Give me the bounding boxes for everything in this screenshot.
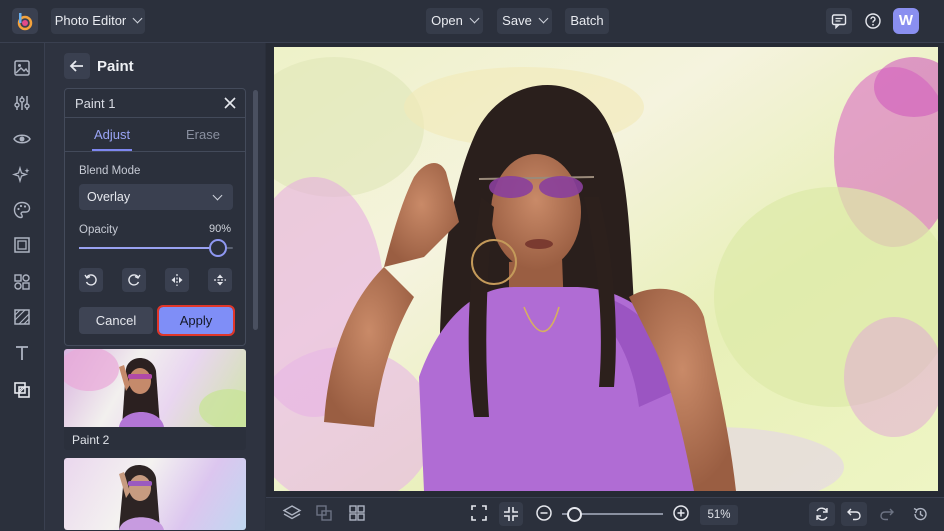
opacity-slider-fill <box>79 247 218 249</box>
zoom-value[interactable]: 51% <box>700 505 738 525</box>
preset-thumbnail <box>64 458 246 530</box>
app-logo[interactable] <box>12 8 38 34</box>
texture-icon[interactable] <box>12 307 32 327</box>
opacity-slider[interactable] <box>79 239 233 257</box>
save-label: Save <box>502 13 532 28</box>
divider <box>65 117 245 118</box>
reset-button[interactable] <box>809 502 835 526</box>
undo-button[interactable] <box>841 502 867 526</box>
refresh-icon <box>816 507 828 521</box>
flip-horizontal-button[interactable] <box>165 268 189 292</box>
preset-thumbnail <box>64 349 246 429</box>
rotate-left-button[interactable] <box>79 268 103 292</box>
fit-screen-icon[interactable] <box>468 502 490 524</box>
open-button[interactable]: Open <box>426 8 483 34</box>
image-icon[interactable] <box>12 58 32 78</box>
grid-icon[interactable] <box>346 502 368 524</box>
divider <box>65 151 245 152</box>
preset-paint-3[interactable] <box>64 458 246 530</box>
opacity-slider-handle[interactable] <box>208 239 227 257</box>
panel-scrollbar[interactable] <box>253 90 258 330</box>
close-icon[interactable] <box>222 95 238 111</box>
photo-editor-label: Photo Editor <box>54 13 127 28</box>
sparkle-icon[interactable] <box>12 165 32 185</box>
chevron-down-icon <box>469 13 480 24</box>
compare-icon[interactable] <box>313 502 335 524</box>
history-button[interactable] <box>907 502 933 526</box>
blend-mode-select[interactable]: Overlay <box>79 184 233 210</box>
rotate-right-button[interactable] <box>122 268 146 292</box>
open-label: Open <box>431 13 463 28</box>
shapes-icon[interactable] <box>12 272 32 292</box>
preset-paint-2[interactable]: Paint 2 <box>64 349 246 450</box>
undo-icon <box>847 508 861 521</box>
batch-button[interactable]: Batch <box>565 8 609 34</box>
redo-button[interactable] <box>874 502 900 526</box>
cancel-button[interactable]: Cancel <box>79 307 153 334</box>
text-icon[interactable] <box>12 343 32 363</box>
apply-button[interactable]: Apply <box>157 305 235 336</box>
save-button[interactable]: Save <box>497 8 552 34</box>
back-button[interactable] <box>64 53 90 79</box>
chevron-down-icon <box>212 190 223 201</box>
photo-canvas[interactable] <box>274 47 938 491</box>
arrow-left-icon <box>69 60 83 72</box>
rotate-right-icon <box>128 274 141 286</box>
zoom-in-icon[interactable] <box>670 502 692 524</box>
flip-vertical-button[interactable] <box>208 268 232 292</box>
palette-icon[interactable] <box>12 200 32 220</box>
zoom-out-icon[interactable] <box>533 502 555 524</box>
photo-editor-menu[interactable]: Photo Editor <box>51 8 145 34</box>
shrink-icon <box>504 507 518 521</box>
frame-icon[interactable] <box>12 235 32 255</box>
paint-settings-card: Paint 1 Adjust Erase Blend Mode Overlay … <box>64 88 246 346</box>
redo-icon <box>880 508 894 521</box>
history-icon <box>913 507 927 521</box>
flip-vertical-icon <box>214 274 226 286</box>
overlay-icon[interactable] <box>12 380 32 400</box>
panel-title: Paint <box>97 58 134 75</box>
card-title: Paint 1 <box>75 96 116 111</box>
opacity-value: 90% <box>208 223 231 235</box>
tab-erase[interactable]: Erase <box>186 127 220 142</box>
help-icon <box>865 13 881 29</box>
chevron-down-icon <box>538 13 549 24</box>
avatar[interactable]: W <box>893 8 919 34</box>
help-button[interactable] <box>860 8 886 34</box>
feedback-button[interactable] <box>826 8 852 34</box>
eye-icon[interactable] <box>12 129 32 149</box>
chevron-down-icon <box>132 13 143 24</box>
batch-label: Batch <box>570 13 604 28</box>
zoom-slider-handle[interactable] <box>567 507 582 522</box>
layers-icon[interactable] <box>281 502 303 524</box>
rotate-left-icon <box>84 274 97 286</box>
chat-icon <box>831 14 847 29</box>
opacity-label: Opacity <box>79 224 118 236</box>
flip-horizontal-icon <box>171 274 183 286</box>
actual-size-button[interactable] <box>499 502 523 526</box>
sliders-icon[interactable] <box>12 93 32 113</box>
blend-mode-value: Overlay <box>87 190 131 204</box>
preset-label: Paint 2 <box>72 433 110 447</box>
tab-adjust[interactable]: Adjust <box>94 127 130 142</box>
blend-mode-label: Blend Mode <box>79 165 141 177</box>
